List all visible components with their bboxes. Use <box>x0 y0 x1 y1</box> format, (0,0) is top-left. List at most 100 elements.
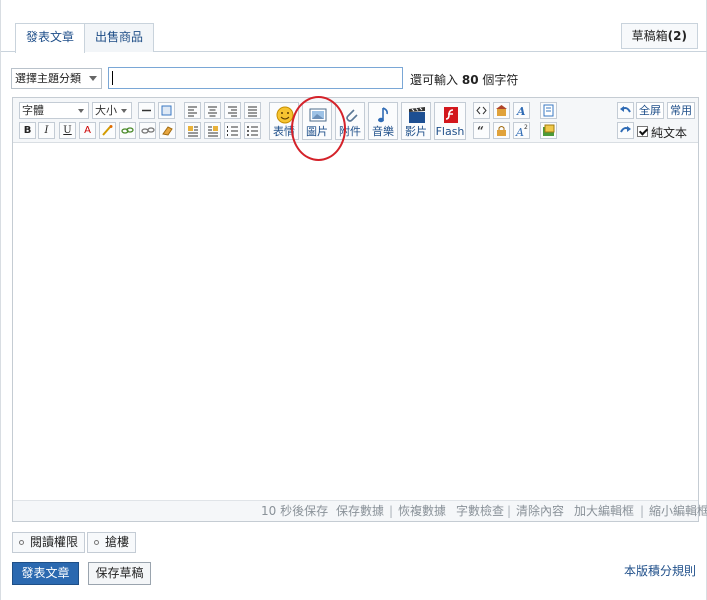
post-article-button[interactable]: 發表文章 <box>12 562 79 585</box>
smiley-icon <box>276 106 294 124</box>
lock-icon <box>497 126 506 136</box>
check-length-link[interactable]: 字數檢查 <box>456 501 504 521</box>
separator: | <box>389 504 394 518</box>
bullet-icon <box>94 540 99 545</box>
code-button[interactable] <box>473 102 490 119</box>
flash-icon <box>444 107 458 123</box>
video-label: 影片 <box>405 125 427 138</box>
music-button[interactable]: 音樂 <box>368 102 398 140</box>
spellcheck-icon <box>102 125 113 136</box>
restore-data-link[interactable]: 恢複數據 <box>398 501 446 521</box>
editor: 字體 大小 B I U A 表情 圖片 附件 音樂 影片 Flash A “ A… <box>12 97 707 522</box>
table-icon <box>161 105 172 116</box>
image-icon <box>309 108 327 122</box>
emoticon-label: 表情 <box>273 125 295 138</box>
chars-prefix: 還可輸入 <box>410 73 459 87</box>
image-button[interactable]: 圖片 <box>302 102 332 140</box>
ordered-list-button[interactable] <box>224 122 241 139</box>
save-data-link[interactable]: 保存數據 <box>336 501 384 521</box>
tab-bar: 發表文章 出售商品 草稿箱(2) <box>1 0 707 53</box>
grab-floor-button[interactable]: 搶樓 <box>87 532 137 553</box>
drafts-button[interactable]: 草稿箱(2) <box>620 23 698 49</box>
enlarge-editor-link[interactable]: 加大編輯框 <box>574 501 634 521</box>
save-draft-button[interactable]: 保存草稿 <box>88 562 151 585</box>
italic-button[interactable]: I <box>38 122 55 139</box>
align-justify-button[interactable] <box>244 102 261 119</box>
unordered-list-button[interactable] <box>244 122 261 139</box>
fullscreen-button[interactable]: 全屏 <box>636 102 664 119</box>
flash-button[interactable]: Flash <box>434 102 466 140</box>
float-left-button[interactable] <box>184 122 201 139</box>
emoticon-button[interactable]: 表情 <box>269 102 299 140</box>
align-justify-icon <box>248 106 257 117</box>
svg-text:2: 2 <box>524 124 528 131</box>
title-input[interactable] <box>108 67 403 89</box>
font-color-button[interactable]: A <box>79 122 96 139</box>
attachment-button[interactable]: 附件 <box>335 102 365 140</box>
common-button[interactable]: 常用 <box>667 102 695 119</box>
font-family-label: 字體 <box>22 104 44 117</box>
link-button[interactable] <box>119 122 136 139</box>
flash-label: Flash <box>435 125 465 138</box>
redo-icon <box>620 126 631 133</box>
bold-button[interactable]: B <box>19 122 36 139</box>
align-left-button[interactable] <box>184 102 201 119</box>
lock-button[interactable] <box>493 122 510 139</box>
ordered-list-icon <box>227 126 238 136</box>
shrink-editor-link[interactable]: 縮小編輯框 <box>649 501 707 521</box>
editor-content-area[interactable] <box>13 144 698 500</box>
link-icon <box>121 127 134 134</box>
hide-content-button[interactable] <box>493 102 510 119</box>
clapperboard-icon <box>409 107 425 123</box>
font-family-dropdown[interactable]: 字體 <box>19 102 89 119</box>
text-style-icon: A <box>516 105 526 118</box>
building-icon <box>496 105 507 116</box>
free-text-button[interactable]: A <box>513 102 530 119</box>
font-size-dropdown[interactable]: 大小 <box>92 102 132 119</box>
clear-content-link[interactable]: 清除內容 <box>516 501 564 521</box>
unlink-button[interactable] <box>139 122 156 139</box>
chevron-down-icon <box>89 76 97 81</box>
redo-button[interactable] <box>617 122 634 139</box>
bullet-icon <box>19 540 24 545</box>
music-note-icon <box>378 107 388 123</box>
insert-module-button[interactable] <box>540 122 557 139</box>
video-button[interactable]: 影片 <box>401 102 431 140</box>
undo-icon <box>620 106 631 113</box>
align-center-button[interactable] <box>204 102 221 119</box>
float-right-button[interactable] <box>204 122 221 139</box>
tab-sell-item[interactable]: 出售商品 <box>84 23 155 52</box>
editor-statusbar: 10 秒後保存 保存數據 | 恢複數據 字數檢查 | 清除內容 加大編輯框 | … <box>13 500 707 521</box>
horizontal-rule-button[interactable] <box>138 102 155 119</box>
table-button[interactable] <box>158 102 175 119</box>
align-right-button[interactable] <box>224 102 241 119</box>
subject-row: 選擇主題分類 還可輸入 80 個字符 <box>11 67 701 91</box>
unordered-list-icon <box>247 126 258 136</box>
read-permission-button[interactable]: 閱讀權限 <box>12 532 86 553</box>
read-permission-label: 閱讀權限 <box>30 535 79 549</box>
clear-format-button[interactable] <box>159 122 176 139</box>
plain-text-label: 純文本 <box>651 126 688 140</box>
chevron-down-icon <box>78 109 84 113</box>
music-label: 音樂 <box>372 125 394 138</box>
superscript-icon: A2 <box>515 124 528 139</box>
tab-post-article[interactable]: 發表文章 <box>15 23 86 53</box>
plain-text-checkbox[interactable] <box>637 126 648 137</box>
quote-icon: “ <box>477 124 484 138</box>
horizontal-line-icon <box>142 109 151 112</box>
code-icon <box>476 106 487 115</box>
forum-credit-rules-link[interactable]: 本版積分規則 <box>624 562 696 579</box>
spellcheck-button[interactable] <box>99 122 116 139</box>
align-right-icon <box>228 106 237 117</box>
quote-button[interactable]: “ <box>473 122 490 139</box>
page-break-button[interactable] <box>540 102 557 119</box>
category-select[interactable]: 選擇主題分類 <box>11 68 102 89</box>
underline-button[interactable]: U <box>59 122 76 139</box>
attachment-label: 附件 <box>339 125 361 138</box>
undo-button[interactable] <box>617 102 634 119</box>
chars-remaining: 還可輸入 80 個字符 <box>410 71 518 88</box>
drafts-label: 草稿箱 <box>631 29 668 43</box>
superscript-button[interactable]: A2 <box>513 122 530 139</box>
paperclip-icon <box>346 109 358 122</box>
float-right-icon <box>208 126 218 137</box>
